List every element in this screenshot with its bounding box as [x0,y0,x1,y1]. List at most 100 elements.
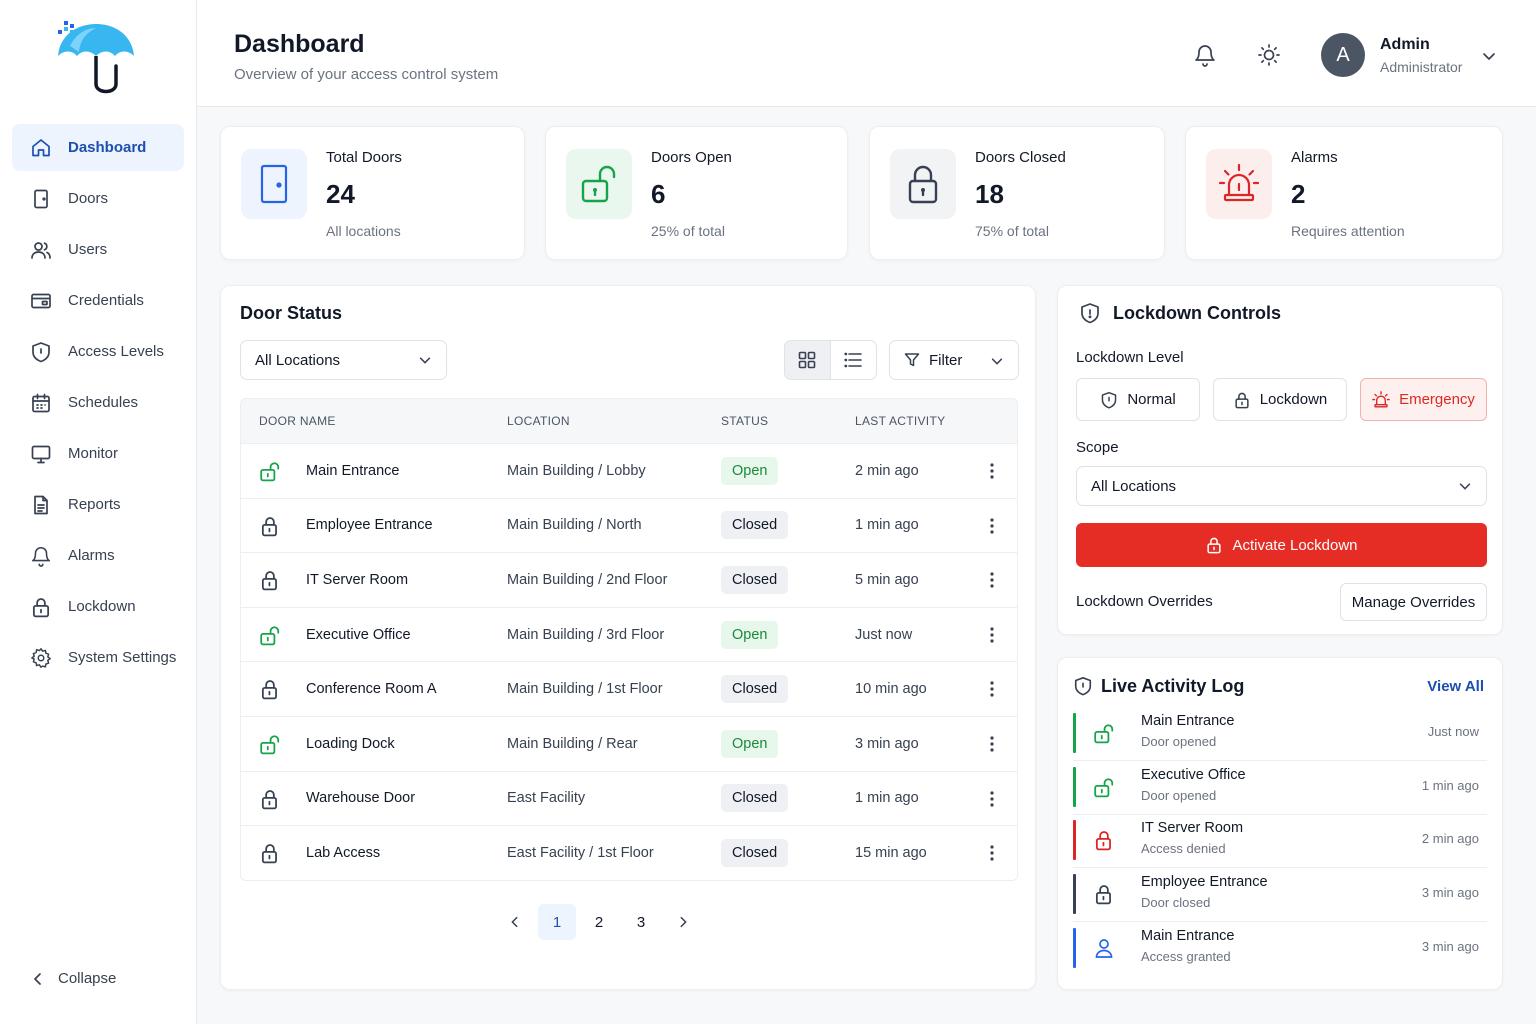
view-all-link[interactable]: View All [1427,678,1484,695]
more-vertical-icon[interactable] [981,568,1003,592]
activity-title: IT Server Room [1141,820,1244,837]
status-badge: Open [721,729,779,758]
door-location: East Facility [507,790,586,807]
users-icon [30,239,52,261]
lock-icon [890,149,956,219]
sidebar-item-doors[interactable]: Doors [12,175,184,222]
user-avatar[interactable]: A [1321,33,1365,77]
user-role: Administrator [1380,59,1463,75]
sidebar-item-monitor[interactable]: Monitor [12,430,184,477]
theme-sun-icon[interactable] [1256,42,1282,68]
filter-button[interactable]: Filter [889,340,1019,380]
more-vertical-icon[interactable] [981,459,1003,483]
column-header[interactable]: LOCATION [507,414,570,428]
lock-icon [259,842,281,864]
sidebar-item-lockdown[interactable]: Lockdown [12,583,184,630]
door-name[interactable]: Warehouse Door [306,790,415,806]
scope-select[interactable]: All Locations [1076,466,1487,506]
collapse-button[interactable]: Collapse [30,970,116,987]
more-vertical-icon[interactable] [981,732,1003,756]
more-vertical-icon[interactable] [981,623,1003,647]
table-row[interactable]: Warehouse Door East Facility Closed 1 min a… [241,770,1017,826]
activity-item[interactable]: IT Server Room Access denied 2 min ago [1073,820,1487,864]
chevron-down-icon[interactable] [1481,48,1497,64]
column-header[interactable]: LAST ACTIVITY [855,414,945,428]
list-view-icon[interactable] [831,341,877,379]
table-row[interactable]: Executive Office Main Building / 3rd Floo… [241,606,1017,662]
table-row[interactable]: Employee Entrance Main Building / North Cl… [241,497,1017,553]
door-name[interactable]: Main Entrance [306,463,400,479]
notifications-bell-icon[interactable] [1192,42,1218,68]
stat-card-total-doors: Total Doors 24 All locations [220,126,525,260]
umbrella-logo[interactable] [54,18,138,98]
location-select[interactable]: All Locations [240,340,447,380]
sidebar-item-reports[interactable]: Reports [12,481,184,528]
level-emergency-button[interactable]: Emergency [1360,378,1487,421]
column-header[interactable]: DOOR NAME [259,414,336,428]
sidebar-item-system-settings[interactable]: System Settings [12,634,184,681]
level-label: Normal [1127,391,1176,408]
activate-lockdown-button[interactable]: Activate Lockdown [1076,523,1487,567]
divider [1073,760,1487,761]
page-button[interactable]: 3 [622,904,660,940]
lockdown-title: Lockdown Controls [1113,303,1281,323]
sidebar-item-credentials[interactable]: Credentials [12,277,184,324]
user-name[interactable]: Admin [1380,36,1430,54]
status-badge: Closed [721,511,789,540]
door-name[interactable]: Executive Office [306,627,411,643]
status-badge: Open [721,620,779,649]
stat-card-doors-open: Doors Open 6 25% of total [545,126,848,260]
sidebar-item-users[interactable]: Users [12,226,184,273]
sidebar-item-alarms[interactable]: Alarms [12,532,184,579]
table-row[interactable]: Lab Access East Facility / 1st Floor Close… [241,825,1017,880]
door-status-title: Door Status [240,303,343,323]
more-vertical-icon[interactable] [981,514,1003,538]
unlock-icon [566,149,632,219]
pagination: 1 2 3 [496,904,706,940]
table-row[interactable]: Main Entrance Main Building / Lobby Open 2 … [241,443,1017,498]
monitor-icon [30,443,52,465]
next-page-icon[interactable] [664,904,702,940]
level-lockdown-button[interactable]: Lockdown [1213,378,1347,421]
door-name[interactable]: Loading Dock [306,736,395,752]
manage-overrides-button[interactable]: Manage Overrides [1340,583,1487,621]
sidebar-item-label: Reports [68,496,121,513]
door-location: Main Building / 3rd Floor [507,626,665,643]
page-button[interactable]: 1 [538,904,576,940]
level-label: Emergency [1399,391,1475,408]
activity-item[interactable]: Main Entrance Door opened Just now [1073,713,1487,757]
user-icon [1093,937,1115,959]
stat-value: 24 [326,179,355,209]
activity-item[interactable]: Employee Entrance Door closed 3 min ago [1073,874,1487,918]
shield-icon [1073,676,1093,696]
calendar-icon [30,392,52,414]
table-row[interactable]: Loading Dock Main Building / Rear Open 3 mi… [241,715,1017,771]
stat-note: 75% of total [975,223,1049,239]
table-row[interactable]: IT Server Room Main Building / 2nd Floor C… [241,552,1017,607]
door-name[interactable]: IT Server Room [306,572,408,588]
gear-icon [30,647,52,669]
page-button[interactable]: 2 [580,904,618,940]
more-vertical-icon[interactable] [981,841,1003,865]
activity-color-bar [1073,713,1076,753]
door-name[interactable]: Conference Room A [306,681,437,697]
sidebar-item-access-levels[interactable]: Access Levels [12,328,184,375]
activity-color-bar [1073,927,1076,968]
table-row[interactable]: Conference Room A Main Building / 1st Flo… [241,661,1017,716]
activity-item[interactable]: Main Entrance Access granted 3 min ago [1073,927,1487,972]
view-toggle [784,340,877,380]
door-name[interactable]: Lab Access [306,845,380,861]
more-vertical-icon[interactable] [981,787,1003,811]
grid-view-icon[interactable] [785,341,831,379]
level-normal-button[interactable]: Normal [1076,378,1200,421]
sidebar-item-schedules[interactable]: Schedules [12,379,184,426]
prev-page-icon[interactable] [496,904,534,940]
more-vertical-icon[interactable] [981,677,1003,701]
table-body: Main Entrance Main Building / Lobby Open 2 … [241,443,1017,880]
sidebar-item-label: Lockdown [68,598,136,615]
sidebar-item-dashboard[interactable]: Dashboard [12,124,184,171]
activity-item[interactable]: Executive Office Door opened 1 min ago [1073,766,1487,811]
shield-icon [1100,391,1118,409]
column-header[interactable]: STATUS [721,414,768,428]
door-name[interactable]: Employee Entrance [306,517,433,533]
